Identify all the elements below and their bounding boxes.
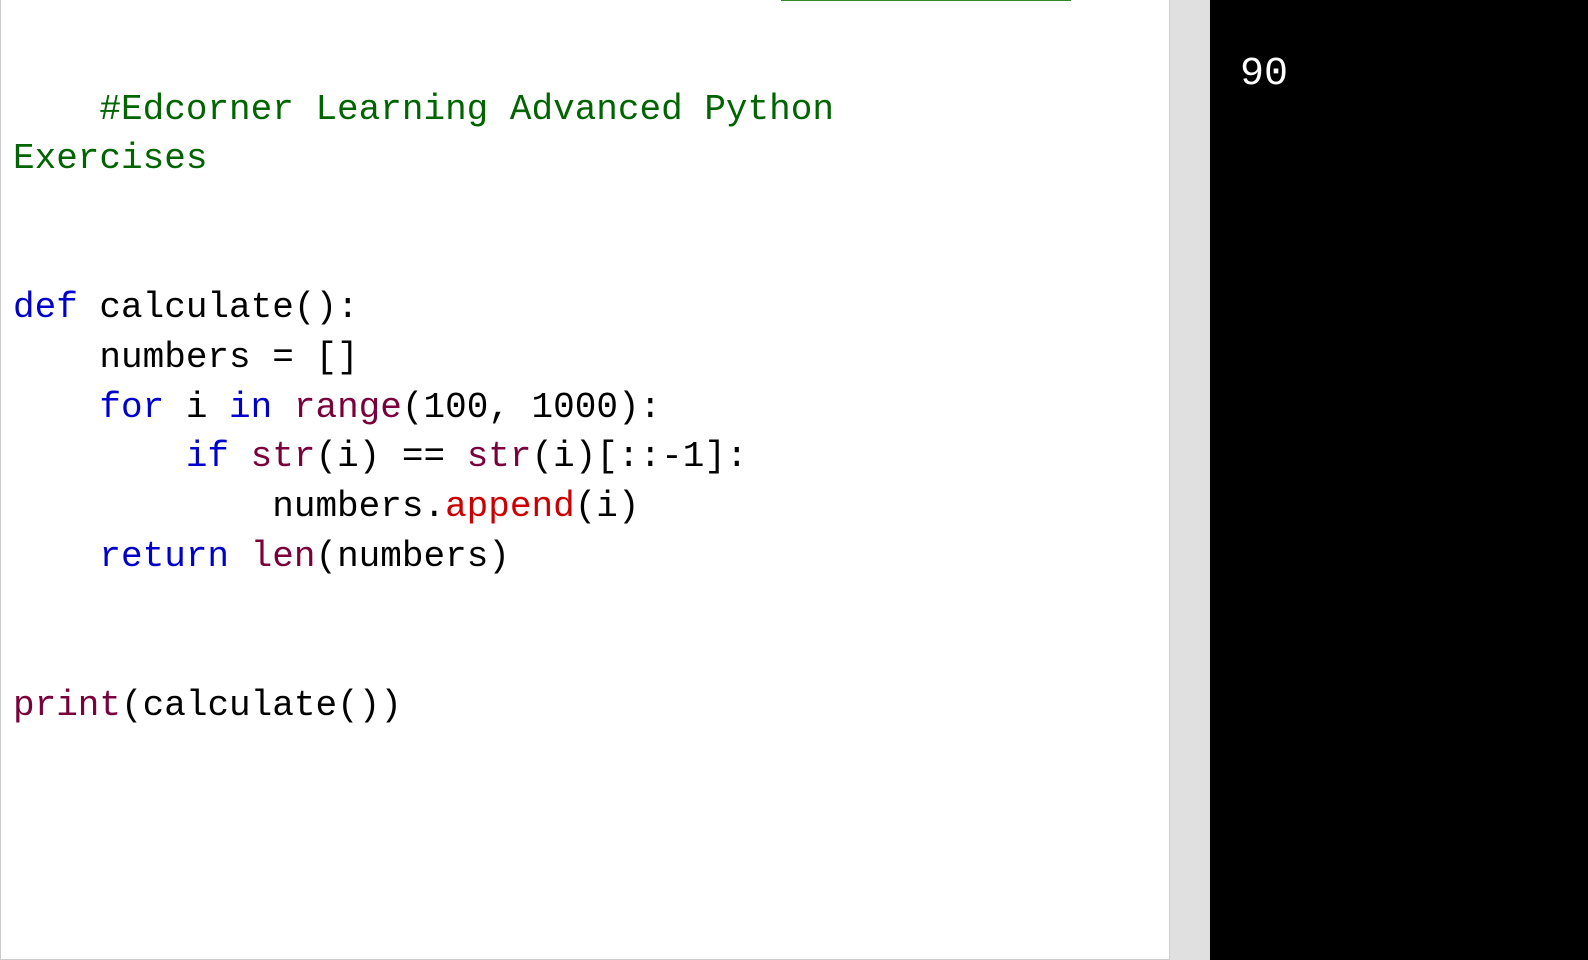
code-args: (i)[::-1]: — [532, 436, 748, 477]
code-builtin-print: print — [13, 685, 121, 726]
code-comment: #Edcorner Learning Advanced Python — [99, 89, 834, 130]
code-keyword-def: def — [13, 287, 78, 328]
code-args: (100, 1000): — [402, 387, 661, 428]
code-builtin-str: str — [251, 436, 316, 477]
code-args: (numbers) — [315, 536, 509, 577]
output-console: 90 — [1210, 0, 1588, 960]
code-function-name: calculate(): — [78, 287, 359, 328]
code-space — [229, 536, 251, 577]
code-keyword-if: if — [13, 436, 229, 477]
code-space — [229, 436, 251, 477]
output-text: 90 — [1240, 52, 1288, 97]
code-builtin-range: range — [294, 387, 402, 428]
code-comment: Exercises — [13, 138, 207, 179]
code-builtin-str: str — [467, 436, 532, 477]
code-keyword-return: return — [13, 536, 229, 577]
code-args: (i) == — [315, 436, 466, 477]
code-args: (calculate()) — [121, 685, 402, 726]
code-line: numbers. — [13, 486, 445, 527]
code-var: i — [164, 387, 229, 428]
code-args: (i) — [575, 486, 640, 527]
pane-divider — [1170, 0, 1210, 960]
code-builtin-len: len — [251, 536, 316, 577]
code-editor[interactable]: #Edcorner Learning Advanced Python Exerc… — [0, 0, 1170, 960]
code-line: numbers = [] — [13, 337, 359, 378]
code-keyword-for: for — [13, 387, 164, 428]
code-keyword-in: in — [229, 387, 272, 428]
active-tab-indicator — [781, 0, 1071, 1]
code-space — [272, 387, 294, 428]
code-method-append: append — [445, 486, 575, 527]
